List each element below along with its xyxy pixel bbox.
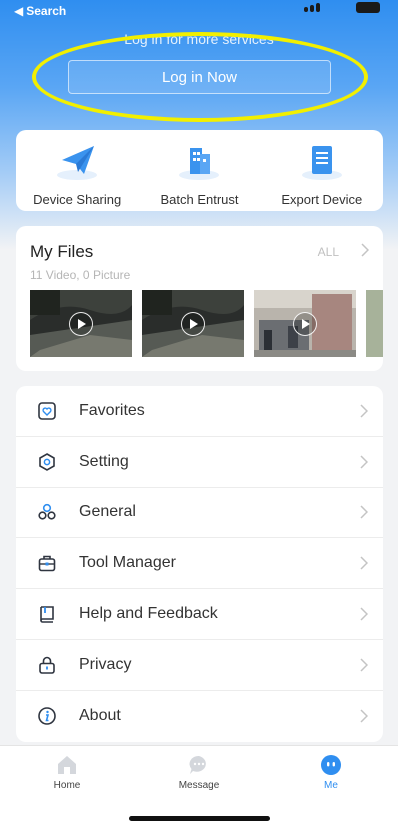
menu-label: General: [79, 503, 136, 521]
chevron-right-icon[interactable]: [361, 243, 370, 262]
files-count: 11 Video, 0 Picture: [30, 268, 131, 282]
tab-message[interactable]: Message: [159, 754, 239, 791]
chat-bubble-icon: [189, 755, 206, 774]
status-indicators: [304, 2, 384, 14]
back-arrow-icon: ◀: [14, 4, 24, 18]
device-sharing-button[interactable]: Device Sharing: [16, 130, 138, 211]
book-icon: [40, 606, 54, 623]
chevron-right-icon: [360, 607, 368, 621]
tab-label: Message: [178, 780, 220, 791]
chevron-right-icon: [360, 709, 368, 723]
play-icon: [181, 312, 205, 336]
tab-home[interactable]: Home: [27, 754, 107, 791]
tab-label: Home: [53, 780, 81, 791]
menu-card: Favorites Setting General Tool Manager H…: [16, 386, 383, 742]
hexagon-gear-icon: [39, 452, 55, 471]
toolbox-icon: [38, 555, 56, 572]
circles-icon: [38, 504, 56, 521]
play-icon: [69, 312, 93, 336]
chevron-right-icon: [360, 658, 368, 672]
chevron-right-icon: [360, 404, 368, 418]
tab-bar: Home Message Me: [0, 745, 398, 825]
menu-label: Tool Manager: [79, 554, 176, 572]
video-thumbnail[interactable]: [142, 290, 244, 357]
quick-action-label: Export Device: [281, 192, 363, 207]
menu-item-about[interactable]: About: [16, 691, 383, 742]
file-thumbnails: [30, 290, 383, 357]
back-label: Search: [26, 4, 67, 18]
menu-label: Privacy: [79, 655, 132, 673]
quick-action-label: Batch Entrust: [160, 192, 239, 207]
status-back[interactable]: ◀ Search: [14, 4, 66, 18]
video-thumbnail[interactable]: [254, 290, 356, 357]
menu-label: Setting: [79, 452, 129, 470]
tab-label: Me: [324, 780, 338, 791]
highlight-ellipse: [32, 32, 368, 122]
building-icon: [176, 140, 222, 182]
export-device-button[interactable]: Export Device: [261, 130, 383, 211]
paper-plane-icon: [54, 140, 100, 182]
video-thumbnail[interactable]: [30, 290, 132, 357]
me-icon: [321, 755, 341, 775]
info-icon: [38, 707, 56, 725]
lock-icon: [39, 656, 55, 674]
chevron-right-icon: [360, 556, 368, 570]
heart-icon: [38, 402, 56, 420]
menu-item-setting[interactable]: Setting: [16, 437, 383, 488]
menu-item-help-feedback[interactable]: Help and Feedback: [16, 589, 383, 640]
play-icon: [293, 312, 317, 336]
quick-action-label: Device Sharing: [33, 192, 122, 207]
home-icon: [58, 756, 76, 774]
menu-item-general[interactable]: General: [16, 488, 383, 539]
menu-item-tool-manager[interactable]: Tool Manager: [16, 538, 383, 590]
menu-item-favorites[interactable]: Favorites: [16, 386, 383, 437]
menu-label: Favorites: [79, 401, 145, 419]
my-files-card: My Files ALL 11 Video, 0 Picture: [16, 226, 383, 371]
files-all-link[interactable]: ALL: [318, 245, 339, 259]
my-files-title: My Files: [30, 242, 94, 261]
document-icon: [299, 140, 345, 182]
chevron-right-icon: [360, 505, 368, 520]
menu-label: Help and Feedback: [79, 605, 218, 623]
home-indicator: [129, 816, 270, 821]
batch-entrust-button[interactable]: Batch Entrust: [138, 130, 260, 211]
tab-me[interactable]: Me: [291, 754, 371, 791]
quick-actions-card: Device Sharing Batch Entrust Export Devi…: [16, 130, 383, 211]
menu-label: About: [79, 707, 121, 725]
video-thumbnail[interactable]: [366, 290, 383, 357]
menu-item-privacy[interactable]: Privacy: [16, 640, 383, 691]
chevron-right-icon: [360, 455, 368, 469]
